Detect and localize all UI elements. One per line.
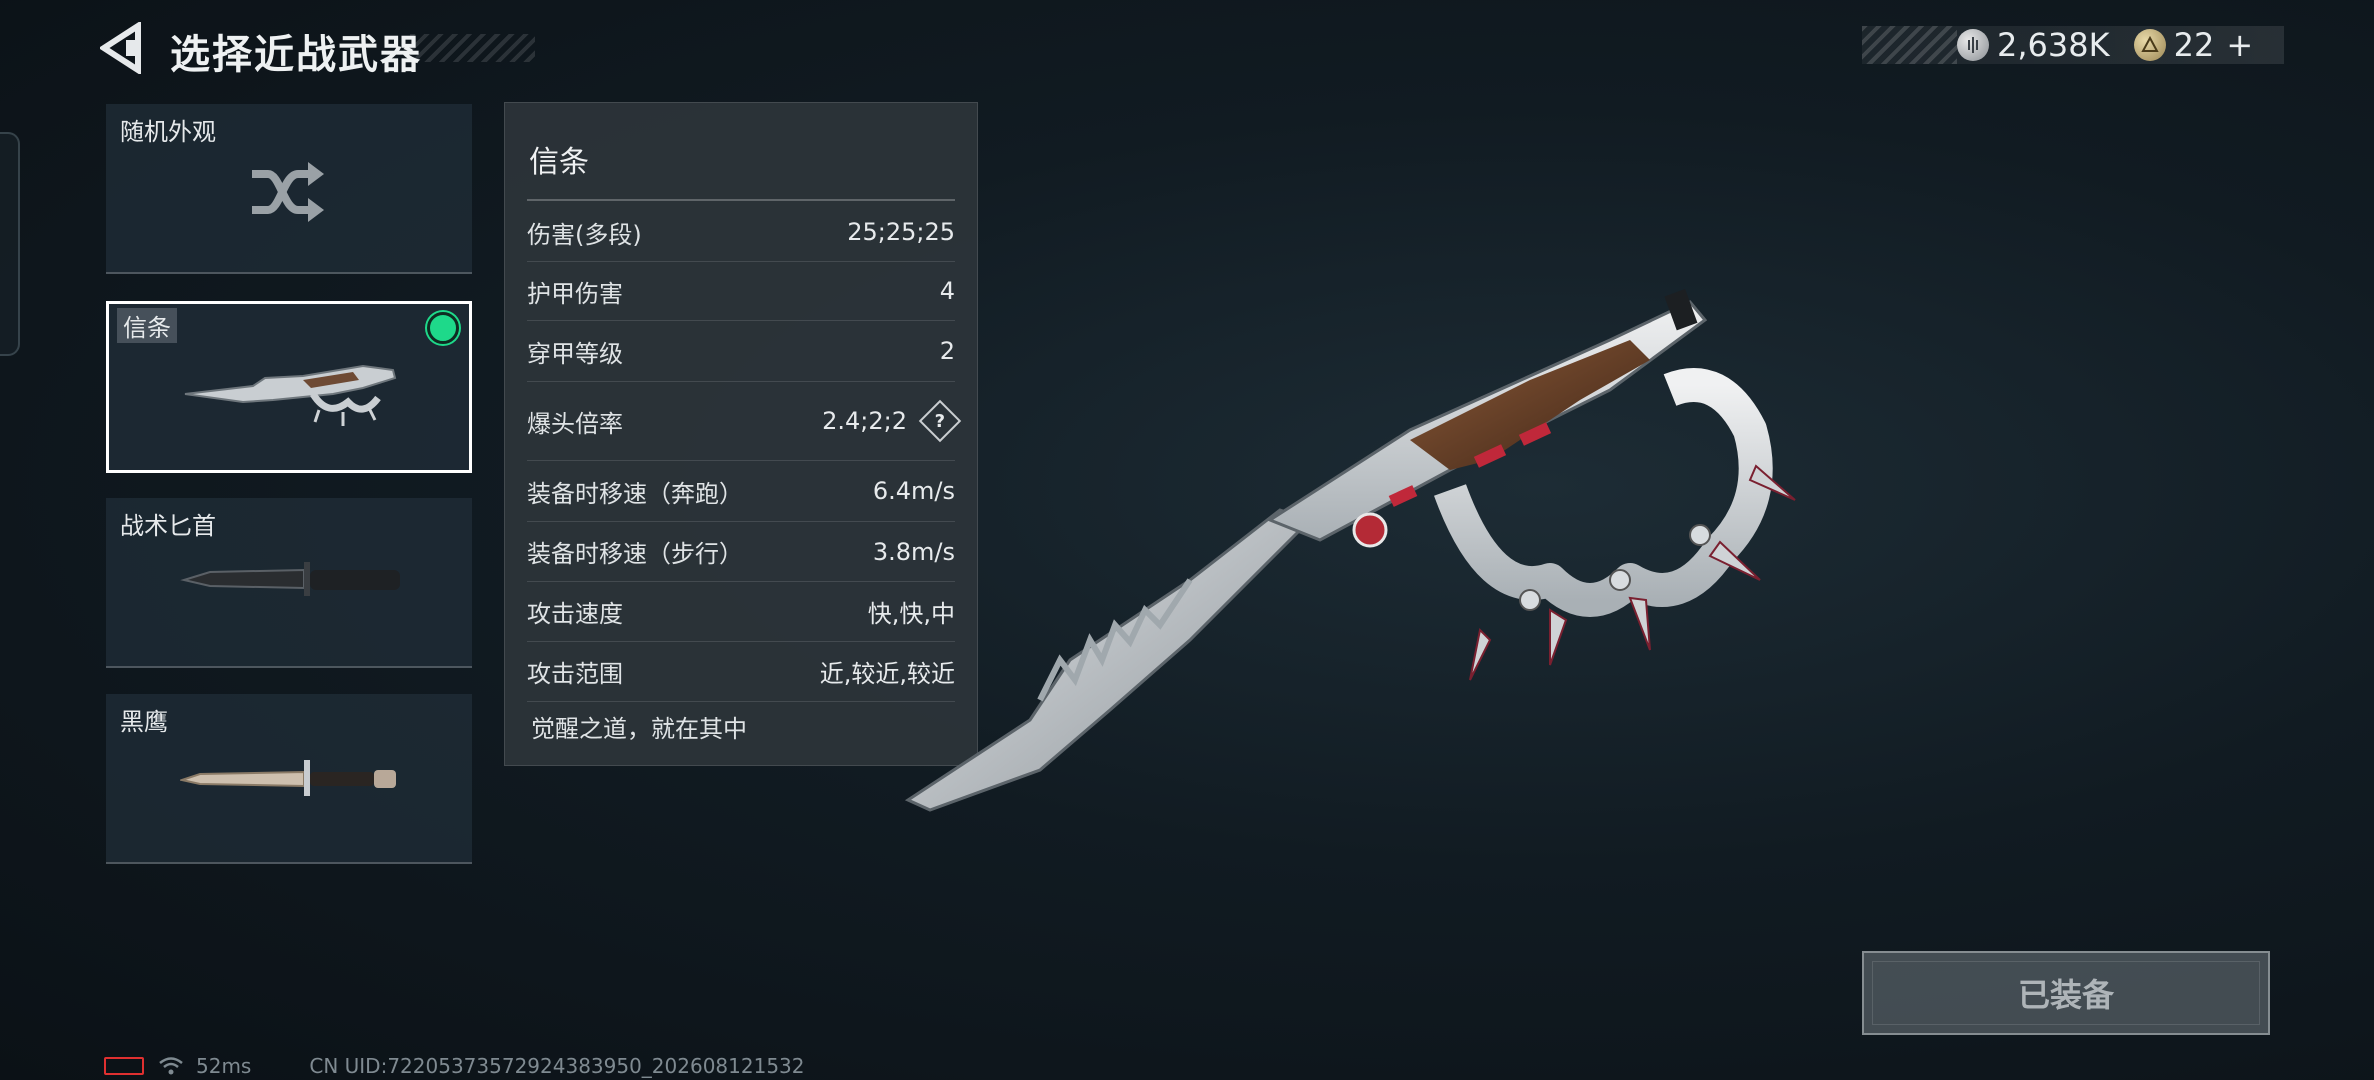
button-frame: [1872, 961, 2260, 1025]
title-decoration: [410, 34, 535, 62]
weapon-preview-knuckle-knife[interactable]: [890, 280, 1830, 840]
stat-label: 穿甲等级: [527, 339, 623, 368]
page-title: 选择近战武器: [170, 32, 422, 78]
shuffle-icon: [252, 162, 324, 222]
knuckle-knife-thumbnail: [184, 364, 397, 426]
stat-label: 爆头倍率: [527, 409, 623, 438]
stat-value: 25;25;25: [847, 218, 955, 246]
black-eagle-knife-thumbnail: [180, 760, 396, 796]
add-currency-button[interactable]: +: [2226, 26, 2253, 64]
stat-label: 装备时移速（奔跑）: [527, 479, 743, 508]
flavor-text: 觉醒之道，就在其中: [531, 715, 747, 743]
stat-label: 装备时移速（步行）: [527, 540, 743, 568]
top-bar: 选择近战武器 2,638K 22 +: [0, 0, 2374, 100]
sidebar-item-creed[interactable]: 信条: [106, 301, 472, 473]
stat-label: 攻击范围: [527, 660, 623, 688]
back-arrow-icon: [98, 20, 141, 76]
sidebar-item-black-eagle[interactable]: 黑鹰: [106, 694, 472, 864]
back-button[interactable]: [98, 20, 150, 76]
silver-balance: 2,638K: [1997, 26, 2110, 64]
gold-coin-icon: [2133, 29, 2166, 61]
currency-decoration: [1862, 26, 1957, 64]
side-drawer-tab[interactable]: [0, 132, 20, 356]
stat-label: 攻击速度: [527, 600, 623, 628]
weapon-name: 信条: [529, 145, 589, 180]
gold-balance: 22: [2173, 26, 2215, 64]
silver-coin-icon: [1957, 29, 1989, 61]
status-bar: 52ms CN UID:72205373572924383950_2026081…: [104, 1052, 805, 1080]
sidebar-item-label: 黑鹰: [120, 708, 168, 736]
tactical-dagger-thumbnail: [180, 562, 400, 596]
ping-value: 52ms: [196, 1054, 252, 1078]
equipped-button[interactable]: 已装备: [1862, 951, 2270, 1035]
divider: [527, 199, 955, 201]
wifi-icon: [159, 1057, 183, 1075]
stat-label: 伤害(多段): [527, 220, 642, 249]
sidebar-item-random[interactable]: 随机外观: [106, 104, 472, 274]
sidebar-item-label: 战术匕首: [120, 512, 216, 540]
sidebar-item-label: 信条: [117, 308, 177, 343]
user-uid: CN UID:72205373572924383950_202608121532: [309, 1054, 805, 1078]
battery-icon: [104, 1057, 144, 1075]
sidebar-item-tactical-dagger[interactable]: 战术匕首: [106, 498, 472, 668]
equipped-indicator-icon: [427, 312, 459, 344]
currency-bar: 2,638K 22 +: [1862, 26, 2284, 64]
stat-row-damage: 伤害(多段) 25;25;25: [527, 203, 955, 262]
stat-label: 护甲伤害: [527, 279, 623, 308]
sidebar-item-label: 随机外观: [120, 118, 216, 146]
